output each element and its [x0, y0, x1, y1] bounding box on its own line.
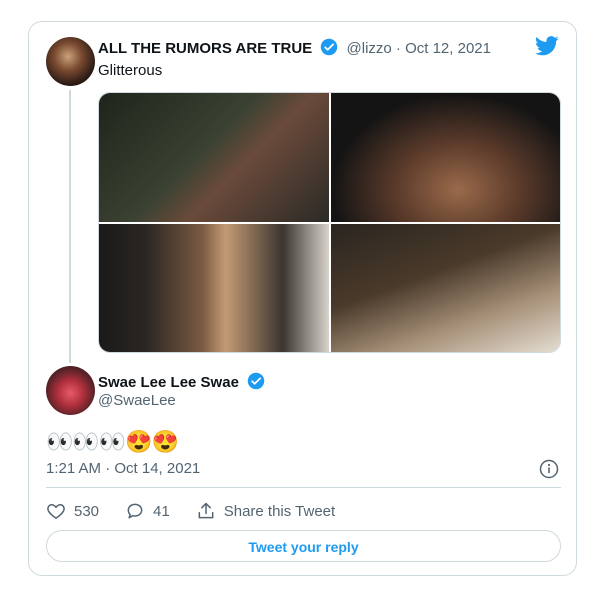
reply-timestamp[interactable]: 1:21 AM · Oct 14, 2021 — [46, 460, 200, 477]
photo-1[interactable] — [99, 93, 329, 222]
thread-line — [69, 90, 71, 363]
reply-author-line: Swae Lee Lee Swae — [98, 372, 265, 394]
author-handle-date[interactable]: @lizzo · Oct 12, 2021 — [347, 40, 491, 57]
reply-author-handle[interactable]: @SwaeLee — [98, 392, 176, 409]
photo-3[interactable] — [99, 224, 329, 352]
author-name[interactable]: ALL THE RUMORS ARE TRUE — [98, 40, 312, 57]
author-line: ALL THE RUMORS ARE TRUE @lizzo · Oct 12,… — [98, 38, 491, 60]
tweet-your-reply-button[interactable]: Tweet your reply — [46, 530, 561, 562]
twitter-bird-icon[interactable] — [535, 36, 559, 61]
heart-icon — [47, 503, 65, 519]
avatar-lizzo[interactable] — [46, 37, 95, 86]
share-button[interactable]: Share this Tweet — [196, 501, 335, 521]
action-bar: 530 41 Share this Tweet — [46, 500, 361, 522]
photo-2[interactable] — [331, 93, 560, 222]
share-label: Share this Tweet — [223, 502, 336, 520]
tweet-embed-card: ALL THE RUMORS ARE TRUE @lizzo · Oct 12,… — [28, 21, 577, 576]
like-count: 530 — [74, 502, 100, 520]
reply-count: 41 — [153, 502, 170, 520]
avatar-swaelee[interactable] — [46, 366, 95, 415]
reply-text: 👀👀👀😍😍 — [46, 429, 179, 454]
photo-4[interactable] — [331, 224, 560, 352]
tweet-text: Glitterous — [98, 62, 163, 79]
info-icon[interactable] — [539, 459, 559, 484]
verified-badge-icon — [320, 38, 338, 60]
reply-author-name[interactable]: Swae Lee Lee Swae — [98, 374, 239, 391]
photo-grid — [98, 92, 561, 353]
divider — [46, 487, 561, 488]
verified-badge-icon — [247, 372, 265, 394]
reply-count-button[interactable]: 41 — [125, 501, 170, 521]
share-icon — [198, 502, 214, 519]
reply-bubble-icon — [127, 503, 143, 519]
like-button[interactable]: 530 — [46, 501, 99, 521]
